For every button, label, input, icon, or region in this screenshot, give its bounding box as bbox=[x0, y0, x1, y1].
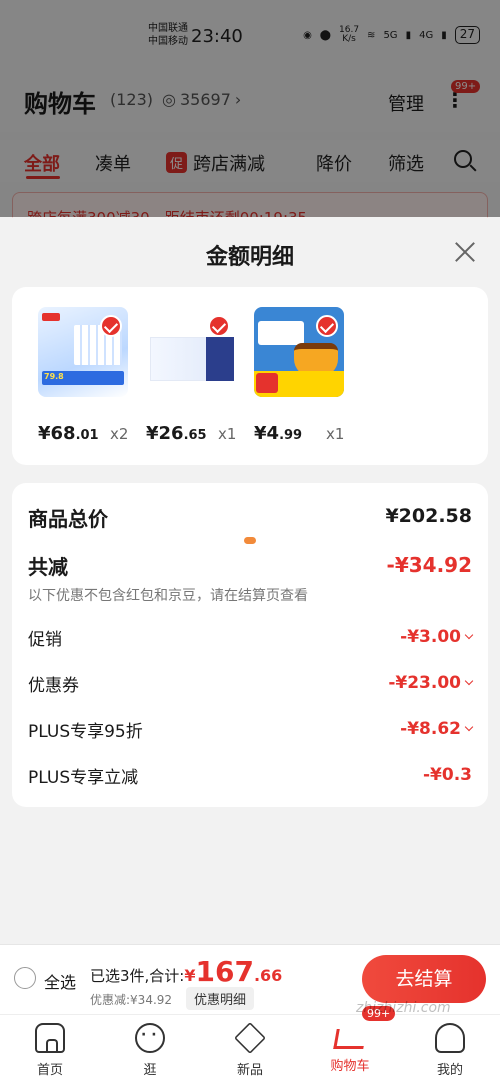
chevron-down-icon bbox=[464, 630, 474, 640]
total-label: 商品总价 bbox=[28, 507, 108, 531]
stroll-icon bbox=[135, 1023, 165, 1053]
tab-mine-label: 我的 bbox=[436, 1063, 463, 1078]
reduce-label: 共减 bbox=[28, 555, 68, 579]
user-icon bbox=[435, 1023, 465, 1053]
plus-discount-label: PLUS专享95折 bbox=[28, 722, 143, 742]
product-quantity: x1 bbox=[326, 425, 345, 443]
product-label-graphic bbox=[258, 321, 304, 345]
home-icon bbox=[35, 1023, 65, 1053]
product-item[interactable]: 79.8 ¥68.01 x2 bbox=[38, 307, 148, 444]
total-value: ¥202.58 bbox=[385, 505, 472, 527]
close-icon[interactable] bbox=[452, 239, 478, 265]
cart-icon bbox=[333, 1029, 367, 1049]
image-price: 79.8 bbox=[44, 372, 64, 381]
price-breakdown: 商品总价 ¥202.58 共减 -¥34.92 以下优惠不包含红包和京豆，请在结… bbox=[12, 483, 488, 807]
tab-cart[interactable]: 购物车 bbox=[310, 1023, 390, 1074]
checked-icon bbox=[208, 315, 230, 337]
plus-discount-value[interactable]: -¥8.62 bbox=[400, 719, 474, 739]
bottom-tab-bar: 首页 逛 新品 购物车 我的 bbox=[0, 1014, 500, 1083]
product-list: 79.8 ¥68.01 x2 ¥26.65 x1 ¥4.99 x1 bbox=[12, 287, 488, 465]
product-item[interactable]: ¥4.99 x1 bbox=[254, 307, 364, 444]
checked-icon bbox=[100, 315, 122, 337]
discount-summary: 优惠减:¥34.92 bbox=[90, 993, 173, 1007]
checked-icon bbox=[316, 315, 338, 337]
summary-prefix: 已选3件,合计: bbox=[90, 967, 185, 985]
new-products-icon bbox=[234, 1022, 266, 1054]
sheet-title: 金额明细 bbox=[205, 245, 294, 270]
coupon-value[interactable]: -¥23.00 bbox=[388, 673, 474, 693]
checkout-button[interactable]: 去结算 bbox=[362, 955, 486, 1003]
select-all-checkbox[interactable] bbox=[14, 967, 36, 989]
product-quantity: x2 bbox=[110, 425, 129, 443]
product-item[interactable]: ¥26.65 x1 bbox=[146, 307, 256, 444]
plus-reduce-label: PLUS专享立减 bbox=[28, 768, 139, 788]
product-quantity: x1 bbox=[218, 425, 237, 443]
brand-logo bbox=[42, 313, 60, 321]
tab-home-label: 首页 bbox=[36, 1063, 63, 1078]
tab-stroll-label: 逛 bbox=[143, 1063, 157, 1078]
product-price: ¥4.99 bbox=[254, 423, 303, 444]
amount-detail-sheet: 金额明细 79.8 ¥68.01 x2 ¥26.65 x1 ¥4.99 x1 商… bbox=[0, 217, 500, 944]
watermark: zhizhizhi.com bbox=[356, 1000, 451, 1016]
order-badge bbox=[256, 373, 278, 393]
tab-new-products-label: 新品 bbox=[236, 1063, 263, 1078]
discount-detail-button[interactable]: 优惠明细 bbox=[186, 987, 255, 1010]
product-image bbox=[146, 307, 236, 397]
tab-stroll[interactable]: 逛 bbox=[110, 1023, 190, 1078]
chevron-down-icon bbox=[464, 722, 474, 732]
tab-home[interactable]: 首页 bbox=[10, 1023, 90, 1078]
promotion-label: 促销 bbox=[28, 630, 62, 650]
product-image: 79.8 bbox=[38, 307, 128, 397]
product-image bbox=[254, 307, 344, 397]
overlay-dim[interactable] bbox=[0, 0, 500, 217]
reduce-value: -¥34.92 bbox=[386, 553, 472, 577]
tab-cart-label: 购物车 bbox=[330, 1059, 370, 1074]
tab-new-products[interactable]: 新品 bbox=[210, 1022, 290, 1078]
tab-mine[interactable]: 我的 bbox=[410, 1023, 490, 1078]
plus-reduce-value: -¥0.3 bbox=[423, 765, 472, 785]
chevron-down-icon bbox=[464, 676, 474, 686]
promotion-value[interactable]: -¥3.00 bbox=[400, 627, 474, 647]
total-amount: 167 bbox=[195, 955, 254, 988]
product-price: ¥68.01 bbox=[38, 423, 99, 444]
reduce-note: 以下优惠不包含红包和京豆，请在结算页查看 bbox=[28, 588, 308, 604]
loading-indicator bbox=[244, 537, 256, 544]
box-band bbox=[206, 337, 234, 381]
order-summary: 已选3件,合计:¥167.66 bbox=[90, 955, 283, 988]
coupon-label: 优惠券 bbox=[28, 676, 79, 696]
product-price: ¥26.65 bbox=[146, 423, 207, 444]
select-all-label[interactable]: 全选 bbox=[44, 969, 76, 993]
